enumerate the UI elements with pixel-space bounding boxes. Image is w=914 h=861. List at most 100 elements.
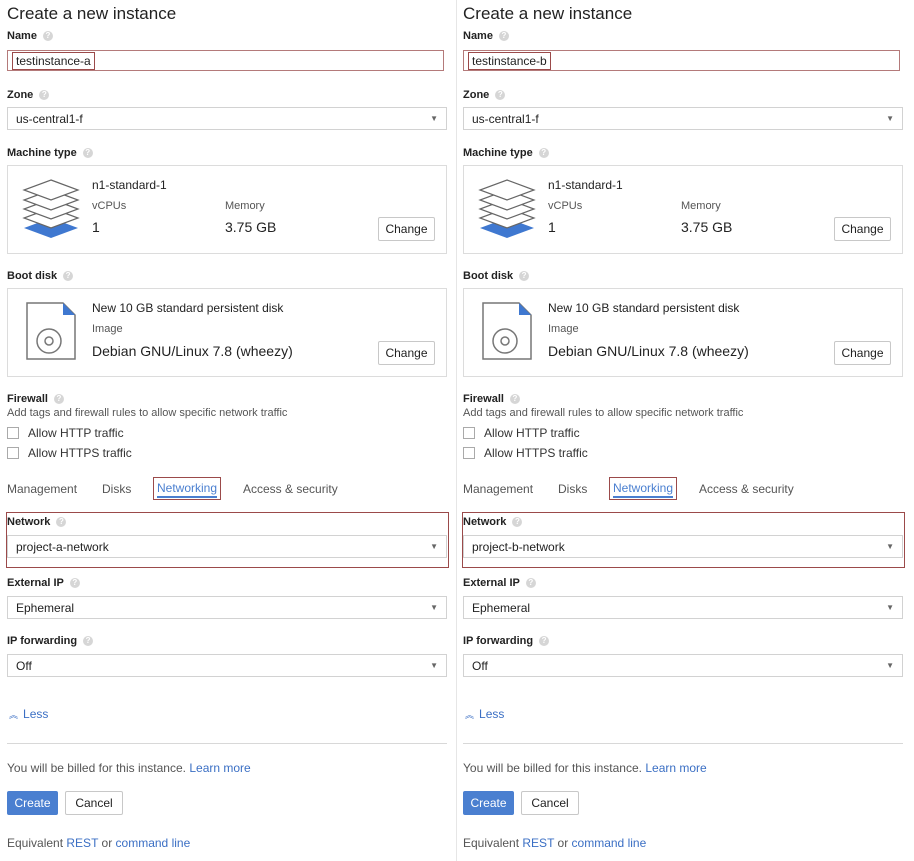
vcpus-value: 1 [548,219,556,235]
help-icon[interactable]: ? [63,271,74,281]
divider [463,743,903,744]
tab-disks[interactable]: Disks [102,482,131,496]
dropdown-arrow-icon: ▼ [430,661,438,670]
allow-http-checkbox[interactable]: Allow HTTP traffic [7,426,124,440]
allow-https-checkbox[interactable]: Allow HTTPS traffic [7,446,132,460]
learn-more-link[interactable]: Learn more [645,761,706,775]
network-select[interactable]: project-b-network ▼ [463,535,903,558]
help-icon[interactable]: ? [495,90,506,100]
divider [7,743,447,744]
allow-http-checkbox[interactable]: Allow HTTP traffic [463,426,580,440]
external-ip-select[interactable]: Ephemeral ▼ [463,596,903,619]
external-ip-select[interactable]: Ephemeral ▼ [7,596,447,619]
tab-access-security[interactable]: Access & security [243,482,338,496]
machine-stack-icon [22,179,80,238]
memory-value: 3.75 GB [681,219,733,235]
name-label: Name? [7,30,53,42]
network-select[interactable]: project-a-network ▼ [7,535,447,558]
tab-disks[interactable]: Disks [558,482,587,496]
network-label: Network? [7,516,67,528]
change-machine-button[interactable]: Change [834,217,891,241]
create-button[interactable]: Create [7,791,58,815]
help-icon[interactable]: ? [56,517,67,527]
disk-title: New 10 GB standard persistent disk [548,301,740,315]
help-icon[interactable]: ? [69,578,80,588]
rest-link[interactable]: REST [522,836,554,850]
machine-type-card: n1-standard-1 vCPUs 1 Memory 3.75 GB Cha… [7,165,447,254]
help-icon[interactable]: ? [498,31,509,41]
learn-more-link[interactable]: Learn more [189,761,250,775]
vcpus-label: vCPUs [548,200,583,212]
firewall-description: Add tags and firewall rules to allow spe… [463,407,744,419]
vcpus-label: vCPUs [92,200,127,212]
instance-form-a: Create a new instance Name? testinstance… [6,0,449,861]
external-ip-label: External IP? [7,577,80,589]
checkbox-icon[interactable] [7,427,19,439]
help-icon[interactable]: ? [519,271,530,281]
checkbox-icon[interactable] [463,447,475,459]
billing-notice: You will be billed for this instance. Le… [463,761,707,775]
equivalent-line: Equivalent REST or command line [463,836,647,850]
vcpus-value: 1 [92,219,100,235]
help-icon[interactable]: ? [83,636,94,646]
less-toggle[interactable]: ︽ Less [9,707,48,721]
image-label: Image [548,323,579,335]
machine-type-label: Machine type? [463,147,549,159]
network-label: Network? [463,516,523,528]
name-input[interactable]: testinstance-a [7,50,444,71]
help-icon[interactable]: ? [512,517,523,527]
dropdown-arrow-icon: ▼ [430,603,438,612]
help-icon[interactable]: ? [53,394,64,404]
memory-value: 3.75 GB [225,219,277,235]
tab-management[interactable]: Management [7,482,77,496]
less-toggle[interactable]: ︽ Less [465,707,504,721]
tab-access-security[interactable]: Access & security [699,482,794,496]
boot-disk-label: Boot disk? [463,270,530,282]
help-icon[interactable]: ? [539,636,550,646]
help-icon[interactable]: ? [525,578,536,588]
name-input[interactable]: testinstance-b [463,50,900,71]
command-line-link[interactable]: command line [572,836,647,850]
cancel-button[interactable]: Cancel [65,791,123,815]
help-icon[interactable]: ? [39,90,50,100]
boot-disk-label: Boot disk? [7,270,74,282]
rest-link[interactable]: REST [66,836,98,850]
ip-forwarding-select[interactable]: Off ▼ [7,654,447,677]
memory-label: Memory [225,200,265,212]
change-disk-button[interactable]: Change [378,341,435,365]
dropdown-arrow-icon: ▼ [430,542,438,551]
help-icon[interactable]: ? [509,394,520,404]
form-title: Create a new instance [7,4,177,23]
image-label: Image [92,323,123,335]
checkbox-icon[interactable] [463,427,475,439]
command-line-link[interactable]: command line [116,836,191,850]
change-disk-button[interactable]: Change [834,341,891,365]
dropdown-arrow-icon: ▼ [886,114,894,123]
zone-select[interactable]: us-central1-f ▼ [7,107,447,130]
dropdown-arrow-icon: ▼ [430,114,438,123]
create-button[interactable]: Create [463,791,514,815]
ip-forwarding-label: IP forwarding? [463,635,550,647]
dropdown-arrow-icon: ▼ [886,542,894,551]
tab-networking[interactable]: Networking [609,477,678,500]
cancel-button[interactable]: Cancel [521,791,579,815]
help-icon[interactable]: ? [82,148,93,158]
zone-select[interactable]: us-central1-f ▼ [463,107,903,130]
tab-management[interactable]: Management [463,482,533,496]
boot-disk-card: New 10 GB standard persistent disk Image… [7,288,447,377]
help-icon[interactable]: ? [42,31,53,41]
allow-https-checkbox[interactable]: Allow HTTPS traffic [463,446,588,460]
dropdown-arrow-icon: ▼ [886,661,894,670]
firewall-label: Firewall? [7,393,64,405]
checkbox-icon[interactable] [7,447,19,459]
tab-networking[interactable]: Networking [153,477,222,500]
help-icon[interactable]: ? [538,148,549,158]
change-machine-button[interactable]: Change [378,217,435,241]
chevron-up-icon: ︽ [9,710,19,720]
ip-forwarding-select[interactable]: Off ▼ [463,654,903,677]
disk-title: New 10 GB standard persistent disk [92,301,284,315]
machine-type-card: n1-standard-1 vCPUs 1 Memory 3.75 GB Cha… [463,165,903,254]
machine-name: n1-standard-1 [92,178,167,192]
firewall-label: Firewall? [463,393,520,405]
instance-form-b: Create a new instance Name? testinstance… [462,0,905,861]
